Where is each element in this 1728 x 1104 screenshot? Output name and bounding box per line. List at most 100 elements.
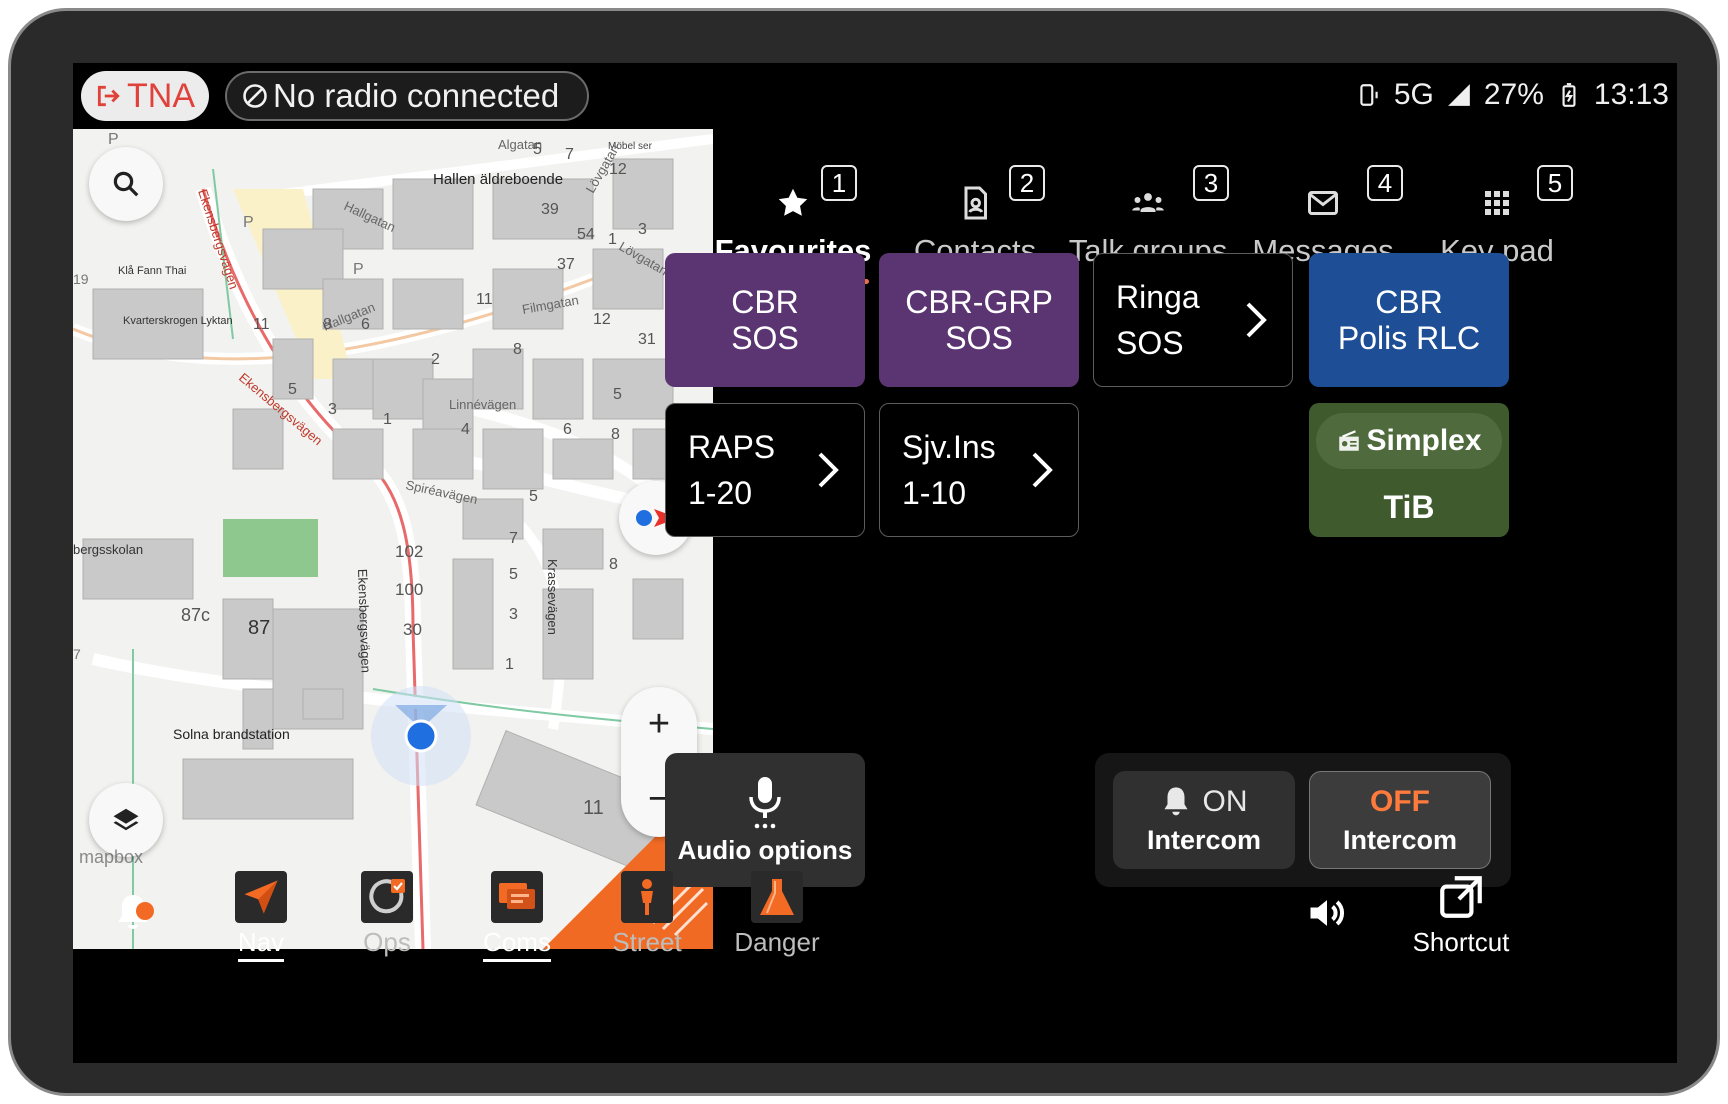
group-icon	[1132, 193, 1164, 212]
svg-text:87c: 87c	[181, 605, 210, 625]
battery-percent: 27%	[1483, 78, 1544, 111]
shortcut-badge: 1	[821, 165, 857, 201]
tile-line1: CBR	[731, 284, 799, 320]
svg-text:100: 100	[395, 580, 423, 599]
svg-text:3: 3	[638, 221, 647, 238]
shortcut-label: Shortcut	[1412, 927, 1510, 957]
bottom-navigation: Nav Ops Coms Street Danger Shortcut	[73, 863, 1677, 969]
tile-line2: SOS	[945, 320, 1013, 356]
shortcut-badge: 3	[1193, 165, 1229, 201]
alert-button[interactable]	[75, 871, 195, 963]
tile-line1: Sjv.Ins	[902, 429, 996, 465]
svg-text:Hallen äldreboende: Hallen äldreboende	[433, 171, 563, 188]
svg-text:5: 5	[288, 381, 297, 398]
tna-label: TNA	[127, 76, 195, 115]
favourite-cbr-polis-rlc[interactable]: CBR Polis RLC	[1309, 253, 1509, 387]
svg-text:4: 4	[461, 421, 470, 438]
simplex-badge: Simplex	[1316, 413, 1502, 469]
chevron-right-icon	[818, 452, 839, 488]
map-canvas[interactable]: Hallen äldreboende Algatan Möbel ser Hal…	[73, 129, 713, 949]
navigation-arrow-icon	[244, 880, 278, 914]
svg-text:8: 8	[513, 341, 522, 358]
nav-icon-box	[1435, 871, 1487, 923]
svg-text:1: 1	[505, 656, 514, 673]
map-layers-button[interactable]	[89, 783, 163, 857]
nav-item-coms[interactable]: Coms	[457, 871, 577, 963]
alert-bell-icon	[118, 895, 154, 929]
nav-item-nav[interactable]: Nav	[201, 871, 321, 963]
favourite-cbr-grp-sos[interactable]: CBR-GRP SOS	[879, 253, 1079, 387]
svg-text:8: 8	[323, 316, 332, 333]
logout-icon	[97, 85, 120, 107]
nav-item-street[interactable]: Street	[587, 871, 707, 963]
nav-icon-box	[621, 871, 673, 923]
svg-text:12: 12	[593, 311, 611, 328]
tile-line2: SOS	[731, 320, 799, 356]
favourite-ringa-sos[interactable]: Ringa SOS	[1093, 253, 1293, 387]
star-icon	[778, 188, 808, 216]
svg-text:19: 19	[73, 271, 89, 287]
nav-icon-box	[361, 871, 413, 923]
favourite-sjv-ins[interactable]: Sjv.Ins 1-10	[879, 403, 1079, 537]
favourite-cbr-sos[interactable]: CBR SOS	[665, 253, 865, 387]
svg-text:1: 1	[383, 411, 392, 428]
svg-text:12: 12	[609, 161, 627, 178]
audio-options-label: Audio options	[677, 834, 853, 865]
intercom-state: OFF	[1370, 784, 1430, 818]
volume-icon	[1310, 900, 1345, 926]
svg-text:Linnévägen: Linnévägen	[449, 397, 516, 412]
svg-text:7: 7	[509, 530, 518, 547]
zoom-in-button[interactable]: +	[621, 687, 697, 762]
map-view[interactable]: Hallen äldreboende Algatan Möbel ser Hal…	[73, 129, 713, 949]
tile-line1: CBR	[1375, 284, 1443, 320]
svg-text:11: 11	[583, 797, 604, 819]
svg-text:3: 3	[328, 401, 337, 418]
nav-label: Coms	[483, 927, 551, 962]
keypad-icon	[1485, 191, 1509, 215]
tile-line2: 1-20	[688, 475, 753, 511]
nav-item-danger[interactable]: Danger	[717, 871, 837, 963]
nav-label: Ops	[363, 927, 411, 957]
map-search-button[interactable]	[89, 147, 163, 221]
chat-icon	[499, 883, 535, 909]
svg-text:7: 7	[565, 146, 574, 163]
microphone-icon	[749, 776, 781, 828]
nav-label: Street	[612, 927, 682, 957]
plus-icon: +	[647, 703, 671, 745]
tna-button[interactable]: TNA	[81, 71, 209, 121]
svg-text:3: 3	[509, 606, 518, 623]
svg-text:5: 5	[533, 141, 542, 158]
hazard-flask-icon	[760, 879, 794, 915]
nav-icon-box	[235, 871, 287, 923]
intercom-label: Intercom	[1146, 824, 1262, 855]
svg-text:1: 1	[608, 231, 617, 248]
intercom-on-button[interactable]: ON Intercom	[1113, 771, 1295, 869]
shortcut-button[interactable]: Shortcut	[1393, 871, 1529, 963]
tile-line2: SOS	[1116, 325, 1184, 361]
battery-charging-icon	[1562, 83, 1576, 107]
svg-text:39: 39	[541, 201, 559, 218]
svg-text:102: 102	[395, 542, 423, 561]
volume-button[interactable]	[1267, 871, 1387, 963]
tile-line2: 1-10	[902, 475, 967, 511]
layers-icon	[113, 808, 139, 831]
device-frame: TNA No radio connected 5G 27% 13:13 Hall…	[8, 8, 1720, 1096]
intercom-off-button[interactable]: OFF Intercom	[1309, 771, 1491, 869]
svg-text:6: 6	[361, 316, 370, 333]
svg-text:54: 54	[577, 226, 595, 243]
svg-text:P: P	[108, 131, 119, 148]
svg-text:37: 37	[557, 256, 575, 273]
nav-item-ops[interactable]: Ops	[327, 871, 447, 963]
favourite-raps[interactable]: RAPS 1-20	[665, 403, 865, 537]
svg-text:P: P	[353, 261, 364, 278]
favourite-simplex-tib[interactable]: Simplex TiB	[1309, 403, 1509, 537]
tile-label: TiB	[1383, 489, 1435, 525]
shortcut-badge: 2	[1009, 165, 1045, 201]
shortcut-badge: 5	[1537, 165, 1573, 201]
svg-text:5: 5	[529, 488, 538, 505]
radio-status-pill[interactable]: No radio connected	[225, 71, 589, 121]
system-status: 5G 27% 13:13	[1356, 75, 1669, 115]
vibrate-icon	[1360, 84, 1378, 106]
tile-line1: Ringa	[1116, 279, 1200, 315]
radio-status-text: No radio connected	[273, 77, 560, 114]
